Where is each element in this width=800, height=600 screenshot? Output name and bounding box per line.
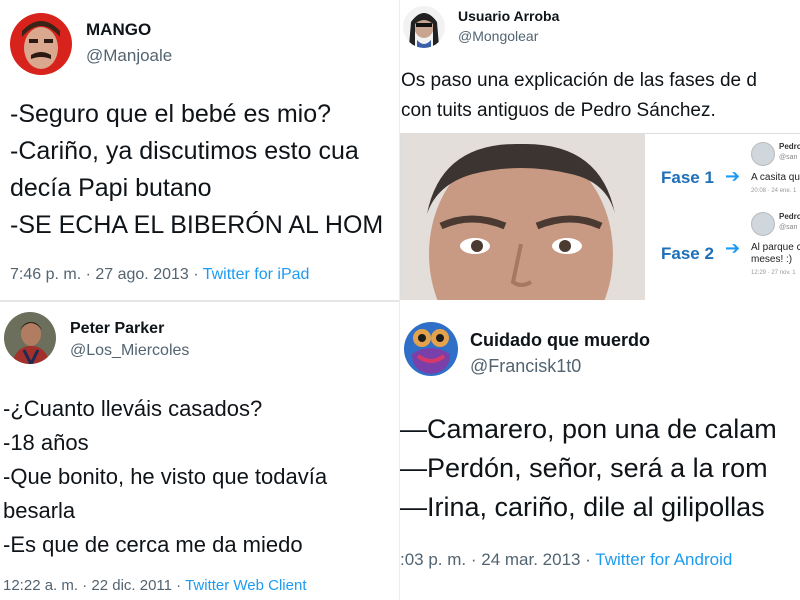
display-name[interactable]: Peter Parker <box>70 320 164 338</box>
tweet-line: besarla <box>3 498 76 523</box>
arrow-right-icon: ➔ <box>725 166 741 186</box>
mini-avatar <box>751 142 775 166</box>
tweet-line: -SE ECHA EL BIBERÓN AL HOM <box>10 211 384 239</box>
tweet-line: -18 años <box>3 430 89 455</box>
tweet-peter-parker: Peter Parker @Los_Miercoles -¿Cuanto lle… <box>0 302 400 600</box>
user-handle[interactable]: @Los_Miercoles <box>70 342 189 360</box>
mini-text: meses! :) <box>751 254 793 265</box>
tweet-line: -Seguro que el bebé es mio? <box>10 100 332 128</box>
phase-1-label: Fase 1 <box>661 168 714 187</box>
tweet-usuario-arroba: Usuario Arroba @Mongolear Os paso una ex… <box>398 0 800 300</box>
tweet-cuidado-que-muerdo: Cuidado que muerdo @Francisk1t0 —Camarer… <box>398 302 800 600</box>
avatar[interactable] <box>403 6 445 48</box>
display-name[interactable]: Usuario Arroba <box>458 8 559 24</box>
user-handle[interactable]: @Francisk1t0 <box>470 356 581 377</box>
mini-meta: 12:29 · 27 nov. 1 <box>751 270 796 276</box>
tweet-line: Os paso una explicación de las fases de … <box>401 70 757 91</box>
tweet-text: Os paso una explicación de las fases de … <box>401 66 757 126</box>
mini-text: A casita qu <box>751 172 800 183</box>
user-handle[interactable]: @Mongolear <box>458 28 538 44</box>
tweet-line: -Cariño, ya discutimos esto cua <box>10 137 359 165</box>
tweet-line: —Perdón, señor, será a la rom <box>400 453 768 483</box>
arrow-right-icon: ➔ <box>725 238 741 258</box>
avatar[interactable] <box>10 13 72 75</box>
tweet-meta: 7:46 p. m. · 27 ago. 2013 · Twitter for … <box>10 266 309 284</box>
tweet-mango: MANGO @Manjoale -Seguro que el bebé es m… <box>0 0 400 300</box>
timestamp[interactable]: 12:22 a. m. · 22 dic. 2011 · <box>3 577 185 594</box>
tweet-line: decía Papi butano <box>10 174 212 202</box>
mini-handle: @san <box>779 154 798 161</box>
source-link[interactable]: Twitter for Android <box>595 550 732 569</box>
tweet-text: —Camarero, pon una de calam —Perdón, señ… <box>400 410 777 527</box>
mini-avatar <box>751 212 775 236</box>
mini-handle: @san <box>779 224 798 231</box>
tweet-text: -Seguro que el bebé es mio? -Cariño, ya … <box>10 96 383 244</box>
tweet-line: —Irina, cariño, dile al gilipollas <box>400 492 765 522</box>
collage-divider <box>0 300 400 302</box>
mini-text: Al parque c <box>751 242 800 253</box>
tweet-line: —Camarero, pon una de calam <box>400 414 777 444</box>
tweet-meta: :03 p. m. · 24 mar. 2013 · Twitter for A… <box>400 550 732 570</box>
tweet-line: -Es que de cerca me da miedo <box>3 532 303 557</box>
mini-name: Pedro <box>779 142 800 151</box>
user-handle[interactable]: @Manjoale <box>86 46 172 66</box>
avatar[interactable] <box>404 322 458 376</box>
tweet-text: -¿Cuanto lleváis casados? -18 años -Que … <box>3 392 327 562</box>
tweet-line: -¿Cuanto lleváis casados? <box>3 396 263 421</box>
display-name[interactable]: Cuidado que muerdo <box>470 330 650 351</box>
tweet-line: -Que bonito, he visto que todavía <box>3 464 328 489</box>
tweet-media-image[interactable]: Fase 1 ➔ Pedro @san A casita qu 20:08 · … <box>400 133 800 300</box>
mini-meta: 20:08 · 24 ene. 1 <box>751 188 797 194</box>
tweet-meta: 12:22 a. m. · 22 dic. 2011 · Twitter Web… <box>3 577 307 594</box>
source-link[interactable]: Twitter Web Client <box>185 577 306 594</box>
tweet-line: con tuits antiguos de Pedro Sánchez. <box>401 100 716 121</box>
mini-name: Pedro <box>779 212 800 221</box>
phase-2-label: Fase 2 <box>661 244 714 263</box>
collage-divider <box>399 0 400 600</box>
source-link[interactable]: Twitter for iPad <box>203 266 310 283</box>
display-name[interactable]: MANGO <box>86 20 151 40</box>
avatar[interactable] <box>4 312 56 364</box>
timestamp[interactable]: :03 p. m. · 24 mar. 2013 · <box>400 550 595 569</box>
portrait-photo <box>401 134 645 300</box>
timestamp[interactable]: 7:46 p. m. · 27 ago. 2013 · <box>10 266 203 283</box>
